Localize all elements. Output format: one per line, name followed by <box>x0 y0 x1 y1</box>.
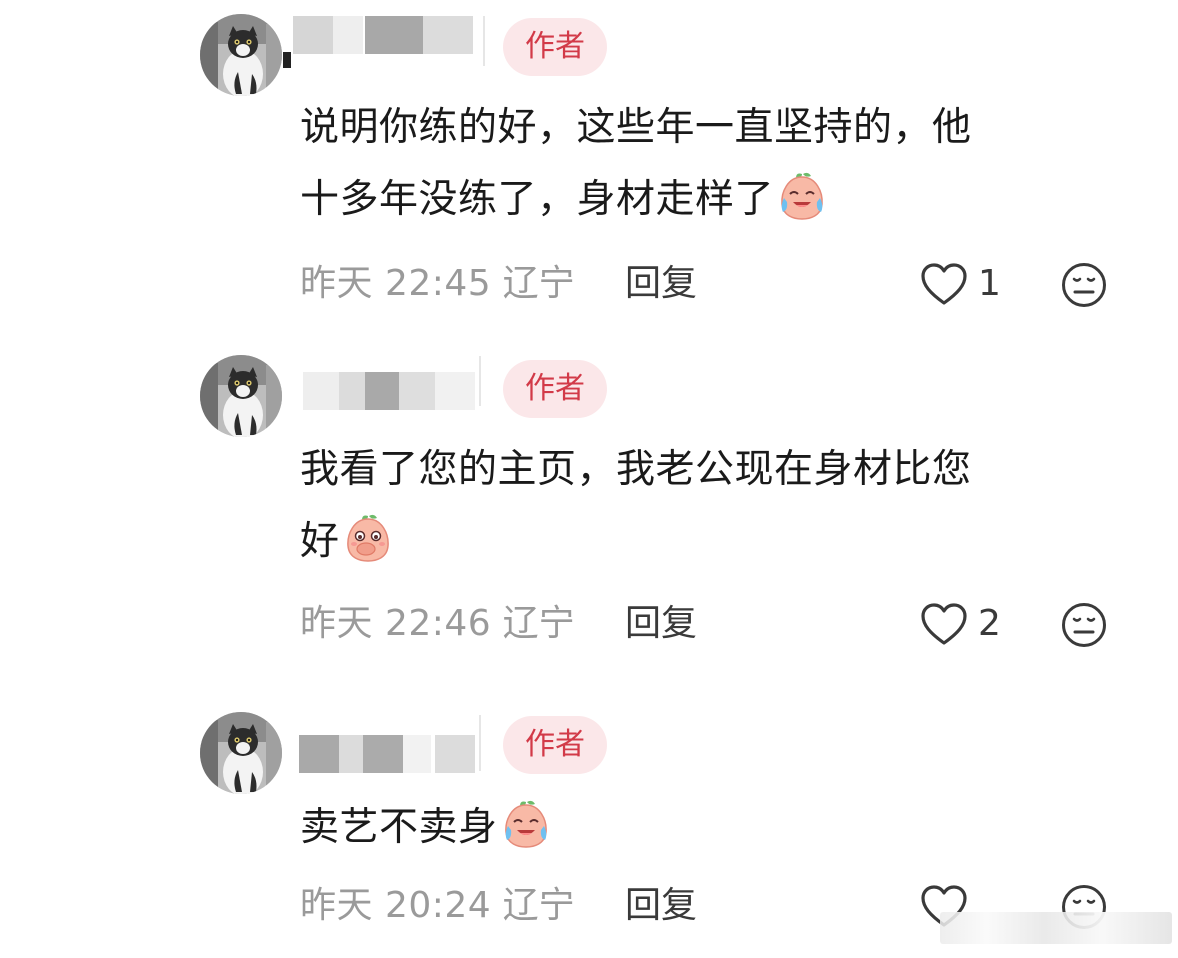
heart-outline-icon[interactable] <box>920 602 968 646</box>
heart-outline-icon[interactable] <box>920 262 968 306</box>
comment-text: 说明你练的好，这些年一直坚持的，他 十多年没练了，身材走样了 <box>300 92 1120 236</box>
author-badge: 作者 <box>503 18 607 76</box>
location: 辽宁 <box>502 603 575 644</box>
comment-meta: 昨天 22:45 辽宁 <box>300 262 575 306</box>
covering-mouth-peach-emoji-icon <box>342 512 394 564</box>
comment-text-line: 卖艺不卖身 <box>300 792 1120 864</box>
reply-button[interactable]: 回复 <box>625 262 697 306</box>
location: 辽宁 <box>502 885 575 926</box>
username-masked[interactable] <box>283 16 485 68</box>
timestamp: 昨天 22:45 <box>300 263 492 304</box>
comment-text: 卖艺不卖身 <box>300 792 1120 864</box>
comment-text-line: 好 <box>300 506 1120 578</box>
comment-text: 我看了您的主页，我老公现在身材比您 好 <box>300 434 1120 578</box>
watermark <box>940 912 1172 944</box>
timestamp: 昨天 22:46 <box>300 603 492 644</box>
like-count: 2 <box>978 603 1001 644</box>
avatar[interactable] <box>200 712 282 794</box>
neutral-face-icon[interactable] <box>1061 262 1107 308</box>
author-badge: 作者 <box>503 716 607 774</box>
reply-button[interactable]: 回复 <box>625 602 697 646</box>
comment-meta: 昨天 20:24 辽宁 <box>300 884 575 928</box>
like-count: 1 <box>978 263 1001 304</box>
crying-laughing-peach-emoji-icon <box>776 170 828 222</box>
avatar[interactable] <box>200 14 282 96</box>
username-masked[interactable] <box>283 356 483 424</box>
username-masked[interactable] <box>283 715 483 787</box>
comment-text-line: 我看了您的主页，我老公现在身材比您 <box>300 447 972 492</box>
crying-laughing-peach-emoji-icon <box>500 798 552 850</box>
cat-avatar-icon <box>200 355 282 437</box>
comment-text-line: 十多年没练了，身材走样了 <box>300 164 1120 236</box>
location: 辽宁 <box>502 263 575 304</box>
reply-button[interactable]: 回复 <box>625 884 697 928</box>
avatar[interactable] <box>200 355 282 437</box>
comment-text-line: 说明你练的好，这些年一直坚持的，他 <box>300 105 972 150</box>
cat-avatar-icon <box>200 712 282 794</box>
timestamp: 昨天 20:24 <box>300 885 492 926</box>
neutral-face-icon[interactable] <box>1061 602 1107 648</box>
cat-avatar-icon <box>200 14 282 96</box>
comment-meta: 昨天 22:46 辽宁 <box>300 602 575 646</box>
author-badge: 作者 <box>503 360 607 418</box>
